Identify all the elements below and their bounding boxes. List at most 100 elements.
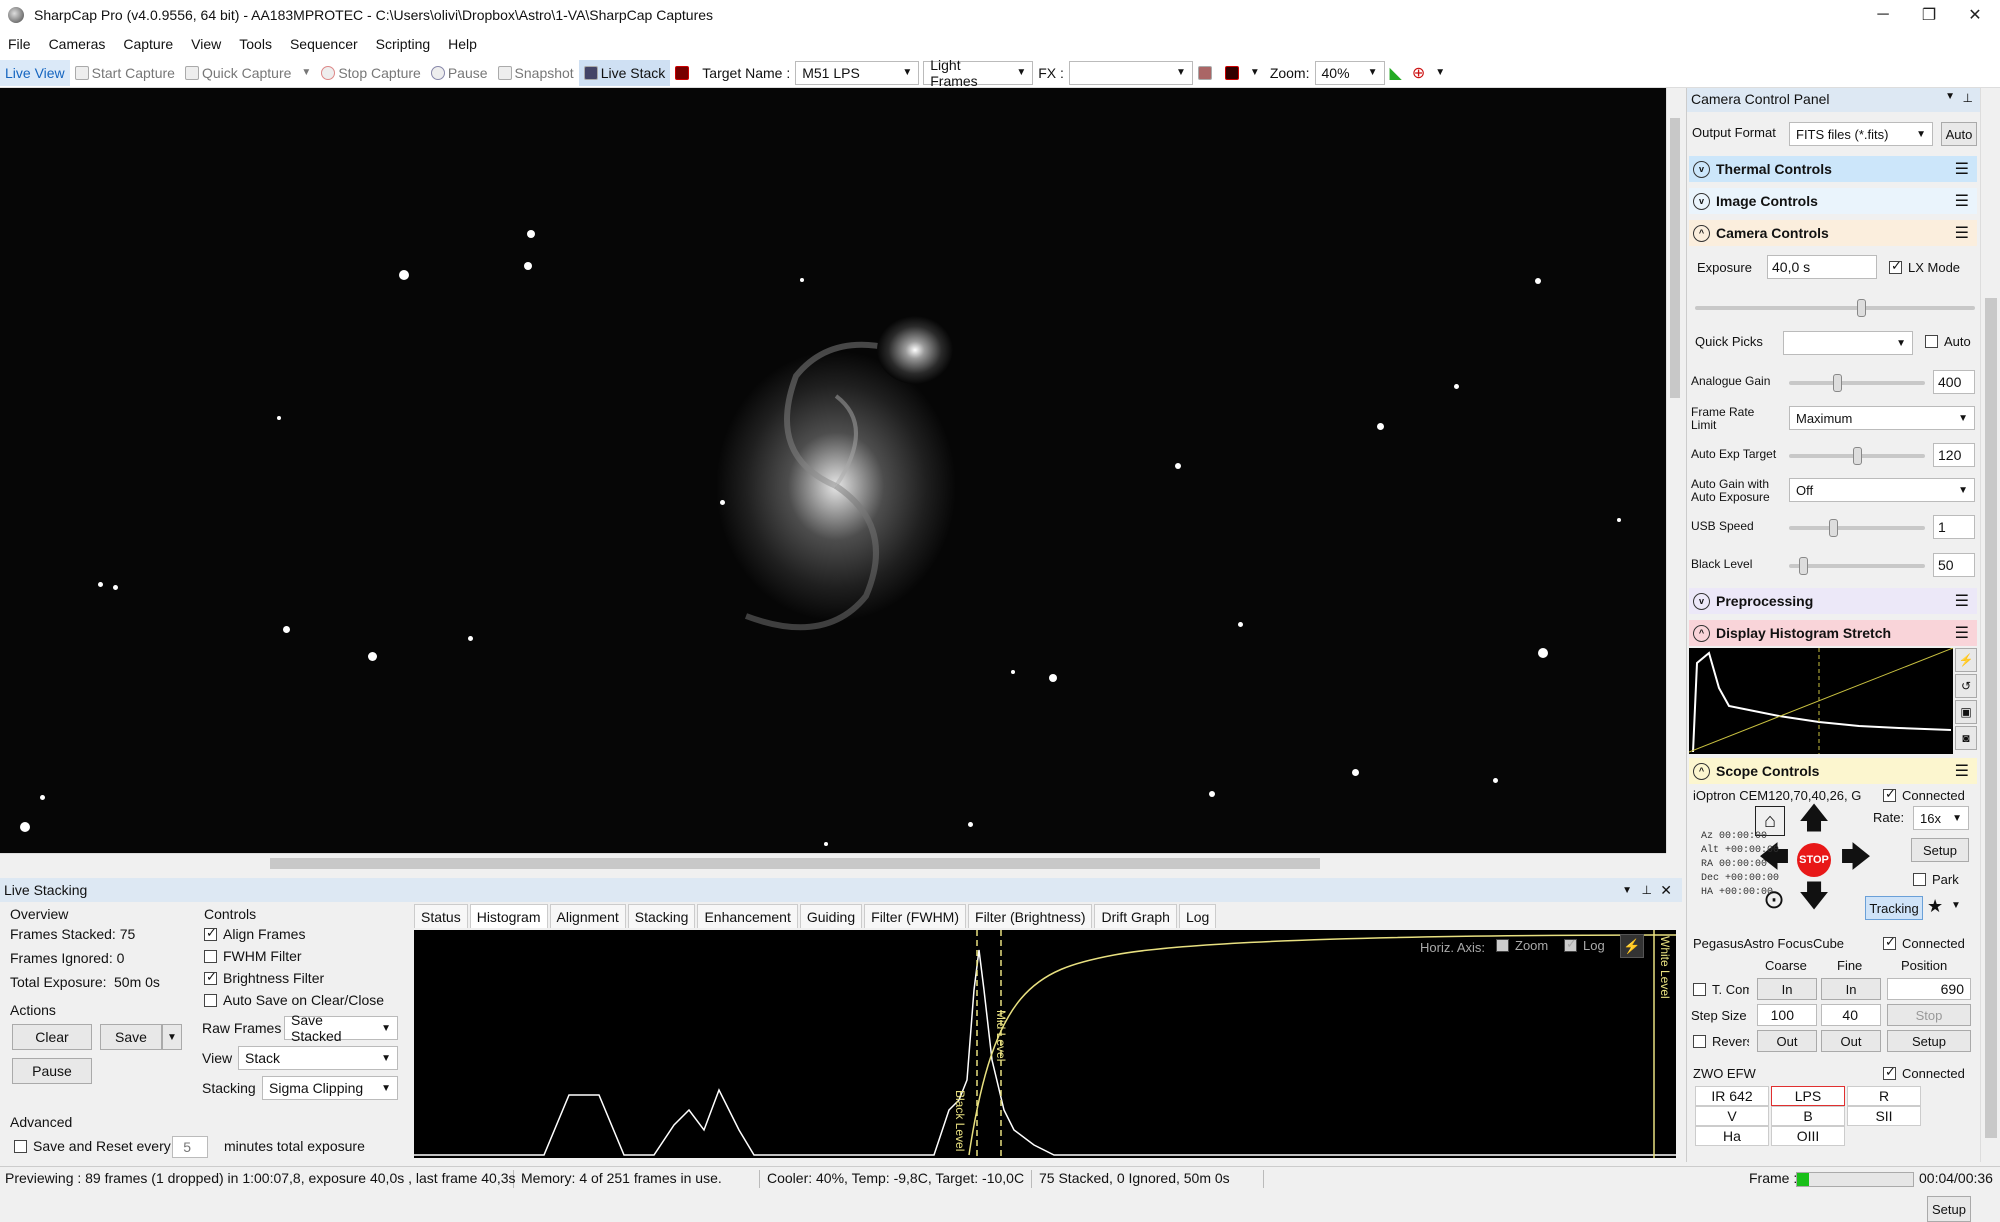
exposure-slider[interactable]: [1695, 299, 1975, 317]
target-icon-button[interactable]: [670, 60, 697, 86]
park-checkbox[interactable]: [1913, 873, 1926, 886]
menu-file[interactable]: File: [0, 36, 41, 52]
focuser-setup-button[interactable]: Setup: [1887, 1030, 1971, 1052]
ccp-scrollbar[interactable]: [1980, 88, 2000, 1162]
hamburger-icon[interactable]: ☰: [1955, 223, 1969, 243]
menu-view[interactable]: View: [183, 36, 231, 52]
slider-thumb[interactable]: [1799, 557, 1808, 575]
scope-controls-section[interactable]: ^ Scope Controls ☰: [1689, 758, 1977, 784]
preprocessing-section[interactable]: v Preprocessing ☰: [1689, 588, 1977, 614]
pin-icon[interactable]: ⊥: [1642, 883, 1652, 897]
tracking-button[interactable]: Tracking: [1865, 896, 1923, 920]
tab-drift-graph[interactable]: Drift Graph: [1094, 904, 1177, 928]
slider-thumb[interactable]: [1829, 519, 1838, 537]
histo-log-checkbox[interactable]: [1564, 936, 1577, 952]
usb-speed-field[interactable]: 1: [1933, 515, 1975, 539]
lightning-icon[interactable]: ⚡: [1955, 648, 1977, 672]
brightness-filter-checkbox[interactable]: [204, 969, 217, 985]
start-capture-button[interactable]: Start Capture: [70, 60, 180, 86]
maximize-button[interactable]: ❐: [1906, 0, 1952, 30]
slider-thumb[interactable]: [1857, 299, 1866, 317]
live-view-button[interactable]: Live View: [0, 59, 70, 86]
close-icon[interactable]: ✕: [1660, 882, 1672, 899]
black-level-slider[interactable]: [1789, 557, 1925, 575]
step-fine-stepper[interactable]: 40: [1821, 1004, 1881, 1026]
color-button-1[interactable]: [1193, 60, 1220, 86]
lx-mode-checkbox[interactable]: [1889, 258, 1902, 274]
filter-b[interactable]: B: [1771, 1106, 1845, 1126]
pause-button[interactable]: Pause: [426, 60, 493, 86]
tab-stacking[interactable]: Stacking: [627, 904, 696, 928]
focus-in-coarse-button[interactable]: In: [1757, 978, 1817, 1000]
color-button-2[interactable]: ▼: [1220, 60, 1265, 86]
filter-ir642[interactable]: IR 642: [1695, 1086, 1769, 1106]
reset-icon[interactable]: ↺: [1955, 674, 1977, 698]
fx-select[interactable]: ▼: [1068, 60, 1193, 85]
quick-capture-dropdown-icon[interactable]: ▼: [301, 67, 311, 78]
analogue-gain-slider[interactable]: [1789, 374, 1925, 392]
image-controls-section[interactable]: v Image Controls ☰: [1689, 188, 1977, 214]
menu-cameras[interactable]: Cameras: [41, 36, 116, 52]
star-icon[interactable]: ★: [1927, 896, 1943, 917]
tab-filter-brightness[interactable]: Filter (Brightness): [968, 904, 1093, 928]
save-reset-stepper[interactable]: 5: [172, 1136, 208, 1158]
filter-lps[interactable]: LPS: [1771, 1086, 1845, 1106]
tab-guiding[interactable]: Guiding: [799, 904, 863, 928]
mount-connected-checkbox[interactable]: [1883, 786, 1896, 802]
tab-enhancement[interactable]: Enhancement: [697, 904, 798, 928]
minimize-button[interactable]: ─: [1860, 0, 1906, 30]
save-icon[interactable]: ▣: [1955, 700, 1977, 724]
pin-icon[interactable]: ⊥: [1963, 91, 1973, 105]
save-reset-checkbox[interactable]: [14, 1140, 27, 1153]
auto-exp-slider[interactable]: [1789, 447, 1925, 465]
save-dropdown-icon[interactable]: ▼: [162, 1024, 182, 1050]
filter-ha[interactable]: Ha: [1695, 1126, 1769, 1146]
stack-histogram[interactable]: Black Level Mid Level White Level Horiz.…: [414, 930, 1676, 1158]
auto-exp-field[interactable]: 120: [1933, 443, 1975, 467]
clear-button[interactable]: Clear: [12, 1024, 92, 1050]
tab-histogram[interactable]: Histogram: [469, 904, 548, 928]
live-stack-button[interactable]: Live Stack: [578, 59, 671, 86]
auto-gain-select[interactable]: Off ▼: [1789, 478, 1975, 502]
scroll-thumb[interactable]: [1670, 118, 1680, 398]
slider-thumb[interactable]: [1853, 447, 1862, 465]
zoom-tool-button[interactable]: ⊕ ▼: [1407, 60, 1450, 86]
chevron-down-icon[interactable]: ▼: [1945, 91, 1955, 102]
scroll-thumb[interactable]: [270, 858, 1320, 869]
tab-alignment[interactable]: Alignment: [549, 904, 626, 928]
hamburger-icon[interactable]: ☰: [1955, 191, 1969, 211]
exposure-field[interactable]: 40,0 s: [1767, 255, 1877, 279]
display-stretch-histogram[interactable]: [1688, 647, 1954, 754]
reverse-checkbox[interactable]: [1693, 1035, 1706, 1048]
zoom-select[interactable]: 40% ▼: [1314, 60, 1385, 85]
rate-select[interactable]: 16x ▼: [1913, 806, 1969, 830]
camera-icon[interactable]: ◙: [1955, 726, 1977, 750]
quick-picks-select[interactable]: ▼: [1783, 331, 1913, 355]
focus-out-fine-button[interactable]: Out: [1821, 1030, 1881, 1052]
hamburger-icon[interactable]: ☰: [1955, 623, 1969, 643]
align-frames-checkbox[interactable]: [204, 925, 217, 941]
efw-setup-button[interactable]: Setup: [1927, 1196, 1971, 1222]
fwhm-filter-checkbox[interactable]: [204, 950, 217, 963]
stop-mount-button[interactable]: STOP: [1797, 843, 1831, 877]
view-select[interactable]: Stack ▼: [238, 1046, 398, 1070]
filter-sii[interactable]: SII: [1847, 1106, 1921, 1126]
focus-out-coarse-button[interactable]: Out: [1757, 1030, 1817, 1052]
horizontal-scrollbar[interactable]: [0, 853, 1666, 873]
mount-setup-button[interactable]: Setup: [1911, 838, 1969, 862]
tab-log[interactable]: Log: [1178, 904, 1217, 928]
menu-scripting[interactable]: Scripting: [368, 36, 440, 52]
auto-save-checkbox[interactable]: [204, 994, 217, 1007]
target-name-select[interactable]: M51 LPS ▼: [795, 60, 920, 85]
focuser-stop-button[interactable]: Stop: [1887, 1004, 1971, 1026]
focuser-connected-checkbox[interactable]: [1883, 934, 1896, 950]
pause-stack-button[interactable]: Pause: [12, 1058, 92, 1084]
menu-help[interactable]: Help: [440, 36, 487, 52]
close-button[interactable]: ✕: [1952, 0, 1998, 30]
thermal-controls-section[interactable]: v Thermal Controls ☰: [1689, 156, 1977, 182]
vertical-scrollbar[interactable]: [1666, 88, 1682, 853]
menu-capture[interactable]: Capture: [115, 36, 183, 52]
image-viewer[interactable]: [0, 88, 1666, 853]
arrow-right-icon[interactable]: 🡆: [1839, 841, 1873, 877]
quick-picks-auto-checkbox[interactable]: [1925, 335, 1938, 348]
